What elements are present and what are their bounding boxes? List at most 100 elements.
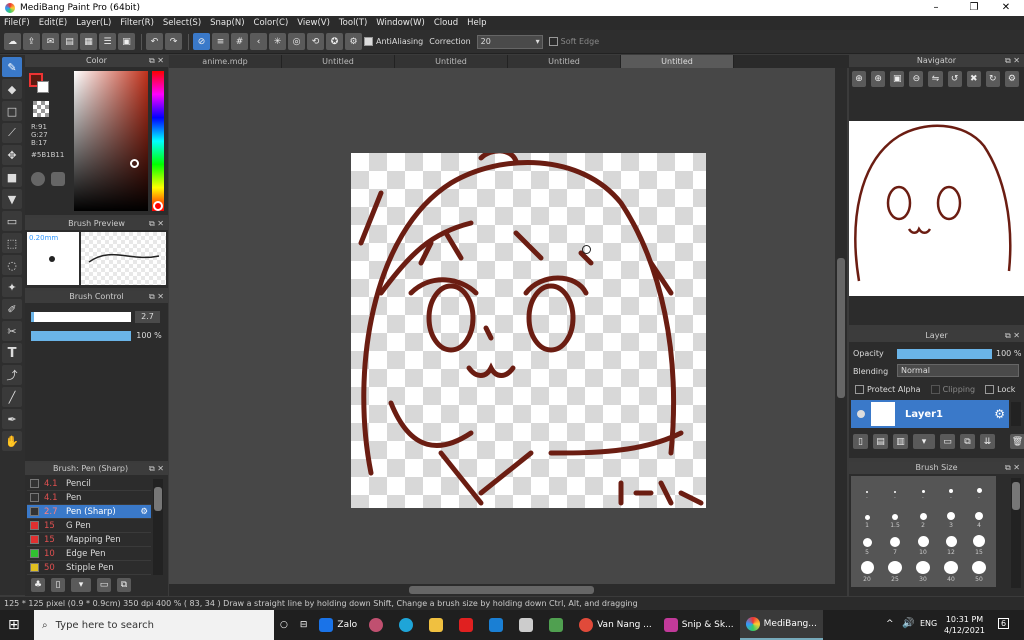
maximize-button[interactable]: ❐ [958,0,990,16]
menu-snap[interactable]: Snap(N) [210,18,244,28]
menu-edit[interactable]: Edit(E) [39,18,67,28]
tray-chevron-icon[interactable]: ^ [886,619,894,629]
sub-color-swatch[interactable] [37,81,49,93]
layer-folder-icon[interactable]: ▭ [940,434,955,449]
tab-untitled-4[interactable]: Untitled [621,55,734,68]
color-picker-cursor[interactable] [130,159,139,168]
transparent-color-swatch[interactable] [33,101,49,117]
operation-tool-icon[interactable]: ⤴ [2,365,22,385]
blending-select[interactable]: Normal [897,364,1019,377]
brush-list-item[interactable]: 15 G Pen [27,519,151,533]
menu-color[interactable]: Color(C) [254,18,289,28]
new-brush-icon[interactable]: ▯ [51,578,65,592]
duplicate-layer-icon[interactable]: ⧉ [960,434,975,449]
widgets-icon[interactable]: ⊟ [294,610,314,640]
zoom-in-icon[interactable]: ⊕ [852,71,867,87]
panel-close-icon[interactable]: ⧉ ✕ [1005,55,1020,67]
brush-settings-icon[interactable]: ⚙ [140,507,148,517]
vanishing-point-icon[interactable]: ‹ [250,33,267,50]
protect-alpha-checkbox[interactable] [855,385,864,394]
zoom-in-alt-icon[interactable]: ⊕ [871,71,886,87]
cloud-icon[interactable]: ☁ [4,33,21,50]
hand-tool-icon[interactable]: ✋ [2,431,22,451]
layer-row[interactable]: Layer1 ⚙ [851,400,1009,428]
brush-size-cell[interactable]: 5 [855,534,879,556]
taskbar-app-chrome[interactable]: Van Nang ... [573,610,658,640]
move-tool-icon[interactable]: ✥ [2,145,22,165]
menu-filter[interactable]: Filter(R) [120,18,154,28]
layer-settings-icon[interactable]: ⚙ [994,407,1005,421]
mail-icon[interactable] [483,610,513,640]
brush-list-item[interactable]: 50 Stipple Pen [27,561,151,575]
canvas-horizontal-scrollbar[interactable] [169,584,847,596]
clipping-checkbox[interactable] [930,385,940,394]
dot-tool-icon[interactable]: ⟋ [2,123,22,143]
brush-size-cell[interactable]: · [855,480,879,502]
tab-untitled-1[interactable]: Untitled [282,55,395,68]
snap-off-icon[interactable]: ⊘ [193,33,210,50]
brush-size-cell[interactable]: 12 [939,534,963,556]
zoom-out-icon[interactable]: ⊖ [909,71,924,87]
brush-size-cell[interactable]: 1 [855,507,879,529]
brush-size-cell[interactable]: 2 [911,507,935,529]
undo-icon[interactable]: ↶ [146,33,163,50]
language-indicator[interactable]: ENG [920,619,937,628]
layer-name[interactable]: Layer1 [905,409,994,420]
eraser-tool-icon[interactable]: ◆ [2,79,22,99]
parallel-snap-icon[interactable]: ≡ [212,33,229,50]
tab-untitled-3[interactable]: Untitled [508,55,621,68]
text-tool-icon[interactable]: T [2,343,22,363]
eyedropper-tool-icon[interactable]: ✒ [2,409,22,429]
menu-layer[interactable]: Layer(L) [76,18,111,28]
horizontal-scroll-thumb[interactable] [409,586,594,594]
rotate-left-icon[interactable]: ↺ [947,71,962,87]
list-icon[interactable]: ☰ [99,33,116,50]
shape-tool-icon[interactable]: □ [2,101,22,121]
brush-size-cell[interactable]: · [911,480,935,502]
panel-close-icon[interactable]: ⧉ ✕ [149,218,164,230]
edge-icon[interactable] [393,610,423,640]
windows-start-icon[interactable]: ⊞ [8,617,20,633]
menu-tool[interactable]: Tool(T) [339,18,367,28]
circle-snap-icon[interactable]: ◎ [288,33,305,50]
reset-icon[interactable]: ✖ [966,71,981,87]
brush-size-slider[interactable] [31,312,131,322]
brush-size-cell[interactable]: 40 [939,561,963,583]
snap-settings-icon[interactable]: ⚙ [345,33,362,50]
taskbar-search[interactable]: ⌕ Type here to search [34,610,274,640]
game-icon[interactable] [453,610,483,640]
new-layer-icon[interactable]: ▯ [853,434,868,449]
comment-icon[interactable]: ✉ [42,33,59,50]
menu-view[interactable]: View(V) [297,18,330,28]
taskbar-app-medibang[interactable]: MediBang... [739,610,823,640]
saturation-value-picker[interactable] [74,71,148,211]
close-button[interactable]: ✕ [990,0,1022,16]
taskbar-app-snip[interactable]: Snip & Sk... [658,610,740,640]
correction-select[interactable]: 20 [476,34,543,49]
brush-list-item[interactable]: 2.7 Pen (Sharp) ⚙ [27,505,151,519]
taskbar-app-zalo[interactable]: Zalo [313,610,363,640]
layer-scrollbar[interactable] [1011,402,1021,426]
explorer-icon[interactable] [423,610,453,640]
divide-tool-icon[interactable]: ╱ [2,387,22,407]
store-icon[interactable] [513,610,543,640]
brush-size-cell[interactable]: 50 [967,561,991,583]
brush-size-cell[interactable]: 30 [911,561,935,583]
brush-size-cell[interactable]: 25 [883,561,907,583]
brush-size-cell[interactable]: 20 [855,561,879,583]
fill-rect-tool-icon[interactable]: ■ [2,167,22,187]
panel-close-icon[interactable]: ⧉ ✕ [1005,330,1020,342]
message-icon[interactable]: ▤ [61,33,78,50]
vertical-scroll-thumb[interactable] [837,258,845,398]
soft-edge-checkbox[interactable] [548,37,558,46]
copy-brush-icon[interactable]: ⧉ [117,578,131,592]
brush-size-cell[interactable]: 15 [967,534,991,556]
brush-list-item[interactable]: 15 Mapping Pen [27,533,151,547]
menu-file[interactable]: File(F) [4,18,30,28]
brush-size-scroll-thumb[interactable] [1012,482,1020,510]
bucket-tool-icon[interactable]: ▼ [2,189,22,209]
brush-size-value[interactable]: 2.7 [135,311,160,323]
palette-icon[interactable] [31,172,45,186]
fit-screen-icon[interactable]: ▣ [890,71,905,87]
brush-menu-icon[interactable]: ▾ [71,578,91,592]
